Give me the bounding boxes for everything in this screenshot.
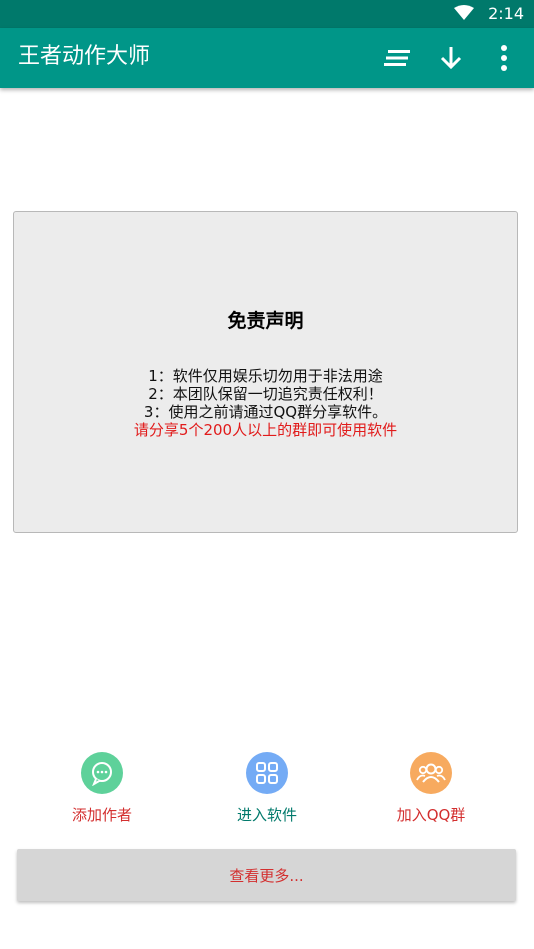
join-qq-group-button[interactable]: 加入QQ群 [356, 752, 506, 825]
disclaimer-heading: 免责声明 [227, 310, 304, 332]
enter-app-button[interactable]: 进入软件 [192, 752, 342, 825]
arrow-down-icon[interactable] [433, 40, 469, 76]
wifi-icon [454, 5, 474, 25]
disclaimer-line-1: 1：软件仅用娱乐切勿用于非法用途 [148, 367, 383, 385]
sort-lines-icon[interactable] [380, 40, 416, 76]
chat-bubble-icon [81, 752, 123, 794]
app-bar: 王者动作大师 [0, 28, 534, 88]
add-author-button[interactable]: 添加作者 [27, 752, 177, 825]
view-more-button[interactable]: 查看更多... [17, 849, 516, 901]
disclaimer-card: 免责声明 1：软件仅用娱乐切勿用于非法用途 2：本团队保留一切追究责任权利！ 3… [13, 211, 518, 533]
apps-grid-icon [246, 752, 288, 794]
status-bar: 2:14 [0, 0, 534, 28]
group-icon [410, 752, 452, 794]
disclaimer-line-3: 3：使用之前请通过QQ群分享软件。 [143, 403, 388, 421]
add-author-label: 添加作者 [71, 806, 132, 824]
enter-app-label: 进入软件 [236, 806, 297, 824]
share-warning: 请分享5个200人以上的群即可使用软件 [133, 421, 398, 439]
join-qq-group-label: 加入QQ群 [396, 806, 466, 824]
status-time: 2:14 [488, 4, 524, 23]
disclaimer-text: 1：软件仅用娱乐切勿用于非法用途 2：本团队保留一切追究责任权利！ 3：使用之前… [14, 367, 517, 439]
app-title: 王者动作大师 [18, 44, 151, 69]
disclaimer-line-2: 2：本团队保留一切追究责任权利！ [148, 385, 383, 403]
more-vert-icon[interactable] [486, 40, 522, 76]
